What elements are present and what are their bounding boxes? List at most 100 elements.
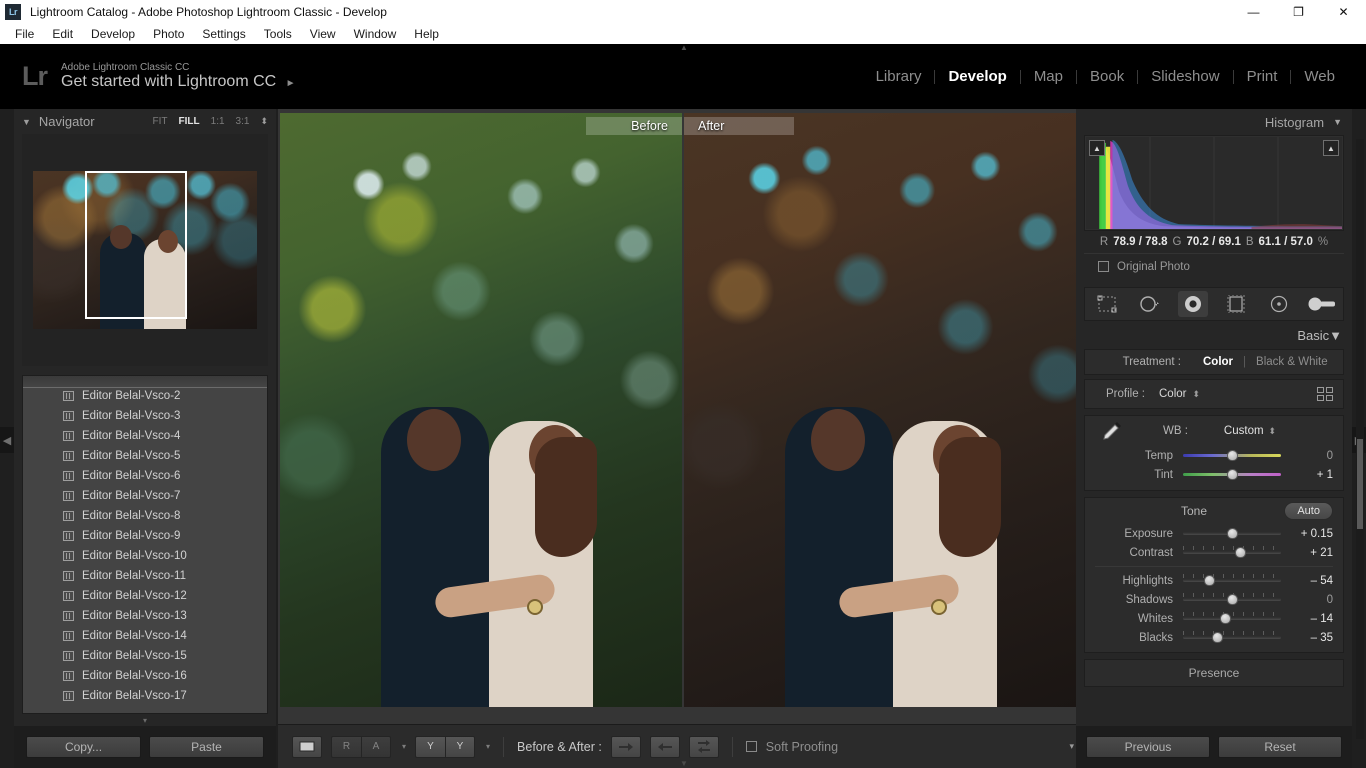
- slider-value-tint[interactable]: + 1: [1289, 469, 1333, 481]
- slider-track-tint[interactable]: [1183, 469, 1281, 480]
- profile-value[interactable]: Color: [1159, 388, 1186, 400]
- preset-item[interactable]: Editor Belal-Vsco-9: [23, 526, 267, 546]
- shadow-clipping-indicator[interactable]: ▲: [1089, 140, 1105, 156]
- white-balance-selector-icon[interactable]: [1095, 417, 1129, 445]
- presets-expand-caret[interactable]: ▾: [14, 714, 276, 726]
- soft-proofing-checkbox[interactable]: [745, 741, 757, 752]
- slider-track-temp[interactable]: [1183, 450, 1281, 461]
- presence-block[interactable]: Presence: [1084, 659, 1344, 687]
- chevron-down-icon[interactable]: ▼: [1329, 328, 1342, 343]
- slider-row-shadows[interactable]: Shadows 0: [1085, 590, 1343, 609]
- slider-knob-contrast[interactable]: [1235, 547, 1247, 558]
- wb-stepper-icon[interactable]: ⬍: [1269, 426, 1277, 437]
- navigator-zoom-fill[interactable]: FILL: [179, 116, 200, 127]
- swap-before-after-button[interactable]: [688, 735, 719, 758]
- adjustment-brush-icon[interactable]: [1307, 291, 1337, 317]
- module-tab-print[interactable]: Print: [1234, 68, 1291, 85]
- slider-track-whites[interactable]: [1183, 612, 1281, 624]
- slider-value-exposure[interactable]: + 0.15: [1289, 528, 1333, 540]
- preset-item[interactable]: Editor Belal-Vsco-3: [23, 406, 267, 426]
- slider-row-whites[interactable]: Whites – 14: [1085, 609, 1343, 628]
- navigator-zoom-3-1[interactable]: 3:1: [236, 116, 250, 127]
- preset-item[interactable]: Editor Belal-Vsco-8: [23, 506, 267, 526]
- graduated-filter-icon[interactable]: [1221, 291, 1251, 317]
- radial-filter-icon[interactable]: [1264, 291, 1294, 317]
- preset-item[interactable]: Editor Belal-Vsco-10: [23, 546, 267, 566]
- identity-plate[interactable]: Adobe Lightroom Classic CC Get started w…: [61, 62, 296, 92]
- after-image-pane[interactable]: After: [684, 113, 1086, 707]
- auto-tone-button[interactable]: Auto: [1284, 502, 1333, 520]
- navigator-header[interactable]: ▼ Navigator FIT FILL 1:1 3:1 ⬍: [14, 109, 276, 134]
- paste-button[interactable]: Paste: [149, 736, 264, 758]
- module-tab-develop[interactable]: Develop: [935, 68, 1019, 85]
- menu-item-view[interactable]: View: [301, 25, 345, 43]
- navigator-zoom-1-1[interactable]: 1:1: [211, 116, 225, 127]
- loupe-view-button[interactable]: [292, 735, 322, 758]
- module-tab-map[interactable]: Map: [1021, 68, 1076, 85]
- module-tab-book[interactable]: Book: [1077, 68, 1137, 85]
- preset-item[interactable]: Editor Belal-Vsco-11: [23, 566, 267, 586]
- preset-item[interactable]: Editor Belal-Vsco-17: [23, 686, 267, 706]
- maximize-button[interactable]: ❐: [1276, 0, 1321, 23]
- histogram-header[interactable]: Histogram ▼: [1076, 109, 1352, 135]
- menu-item-tools[interactable]: Tools: [255, 25, 301, 43]
- toolbar-options-caret-icon[interactable]: ▾: [1069, 741, 1074, 752]
- menu-item-help[interactable]: Help: [405, 25, 448, 43]
- slider-track-blacks[interactable]: [1183, 631, 1281, 643]
- histogram-panel[interactable]: ▲ ▲: [1084, 135, 1344, 231]
- navigator-preview[interactable]: [22, 134, 268, 366]
- slider-knob-temp[interactable]: [1227, 450, 1238, 461]
- bottom-panel-handle[interactable]: ▼: [676, 760, 692, 768]
- slider-track-contrast[interactable]: [1183, 546, 1281, 558]
- navigator-zoom-fit[interactable]: FIT: [153, 116, 168, 127]
- preset-item[interactable]: Editor Belal-Vsco-4: [23, 426, 267, 446]
- before-after-caret-icon[interactable]: ▾: [486, 742, 490, 751]
- original-photo-checkbox[interactable]: [1098, 261, 1109, 272]
- preset-item[interactable]: Editor Belal-Vsco-13: [23, 606, 267, 626]
- slider-value-blacks[interactable]: – 35: [1289, 632, 1333, 644]
- menu-item-window[interactable]: Window: [345, 25, 406, 43]
- menu-item-develop[interactable]: Develop: [82, 25, 144, 43]
- module-tab-library[interactable]: Library: [863, 68, 935, 85]
- chevron-down-icon[interactable]: ▼: [22, 117, 31, 127]
- left-panel-toggle[interactable]: ◀: [0, 427, 14, 453]
- reference-view-r-button[interactable]: R: [331, 735, 361, 758]
- navigator-zoom-stepper-icon[interactable]: ⬍: [260, 116, 268, 127]
- slider-value-contrast[interactable]: + 21: [1289, 547, 1333, 559]
- red-eye-icon[interactable]: [1177, 291, 1208, 317]
- slider-row-highlights[interactable]: Highlights – 54: [1085, 571, 1343, 590]
- preset-item[interactable]: Editor Belal-Vsco-15: [23, 646, 267, 666]
- highlight-clipping-indicator[interactable]: ▲: [1323, 140, 1339, 156]
- profile-browser-icon[interactable]: [1317, 387, 1333, 401]
- slider-knob-blacks[interactable]: [1212, 632, 1224, 643]
- slider-track-exposure[interactable]: [1183, 528, 1281, 539]
- menu-item-settings[interactable]: Settings: [193, 25, 254, 43]
- module-tab-web[interactable]: Web: [1291, 68, 1348, 85]
- preset-item[interactable]: Editor Belal-Vsco-5: [23, 446, 267, 466]
- crop-overlay-icon[interactable]: [1092, 291, 1122, 317]
- original-photo-row[interactable]: Original Photo: [1084, 253, 1344, 279]
- preset-item[interactable]: Editor Belal-Vsco-12: [23, 586, 267, 606]
- slider-value-temp[interactable]: 0: [1289, 450, 1333, 462]
- preset-item[interactable]: Editor Belal-Vsco-6: [23, 466, 267, 486]
- top-panel-handle[interactable]: ▲: [676, 44, 692, 52]
- slider-knob-highlights[interactable]: [1204, 575, 1216, 586]
- before-image-pane[interactable]: Before: [280, 113, 682, 707]
- slider-value-whites[interactable]: – 14: [1289, 613, 1333, 625]
- slider-knob-tint[interactable]: [1227, 469, 1238, 480]
- copy-button[interactable]: Copy...: [26, 736, 141, 758]
- reference-view-a-button[interactable]: A: [361, 735, 391, 758]
- slider-row-contrast[interactable]: Contrast + 21: [1085, 543, 1343, 562]
- module-tab-slideshow[interactable]: Slideshow: [1138, 68, 1232, 85]
- right-panel-scrollbar[interactable]: [1356, 139, 1364, 739]
- slider-track-highlights[interactable]: [1183, 574, 1281, 586]
- profile-stepper-icon[interactable]: ⬍: [1192, 389, 1200, 400]
- slider-track-shadows[interactable]: [1183, 593, 1281, 605]
- before-after-y-right-button[interactable]: Y: [445, 735, 476, 758]
- slider-knob-whites[interactable]: [1220, 613, 1232, 624]
- basic-panel-header[interactable]: Basic ▼: [1076, 321, 1352, 349]
- slider-knob-shadows[interactable]: [1227, 594, 1238, 605]
- preset-item[interactable]: Editor Belal-Vsco-2: [23, 386, 267, 406]
- slider-row-temp[interactable]: Temp 0: [1085, 446, 1343, 465]
- reference-view-caret-icon[interactable]: ▾: [402, 742, 406, 751]
